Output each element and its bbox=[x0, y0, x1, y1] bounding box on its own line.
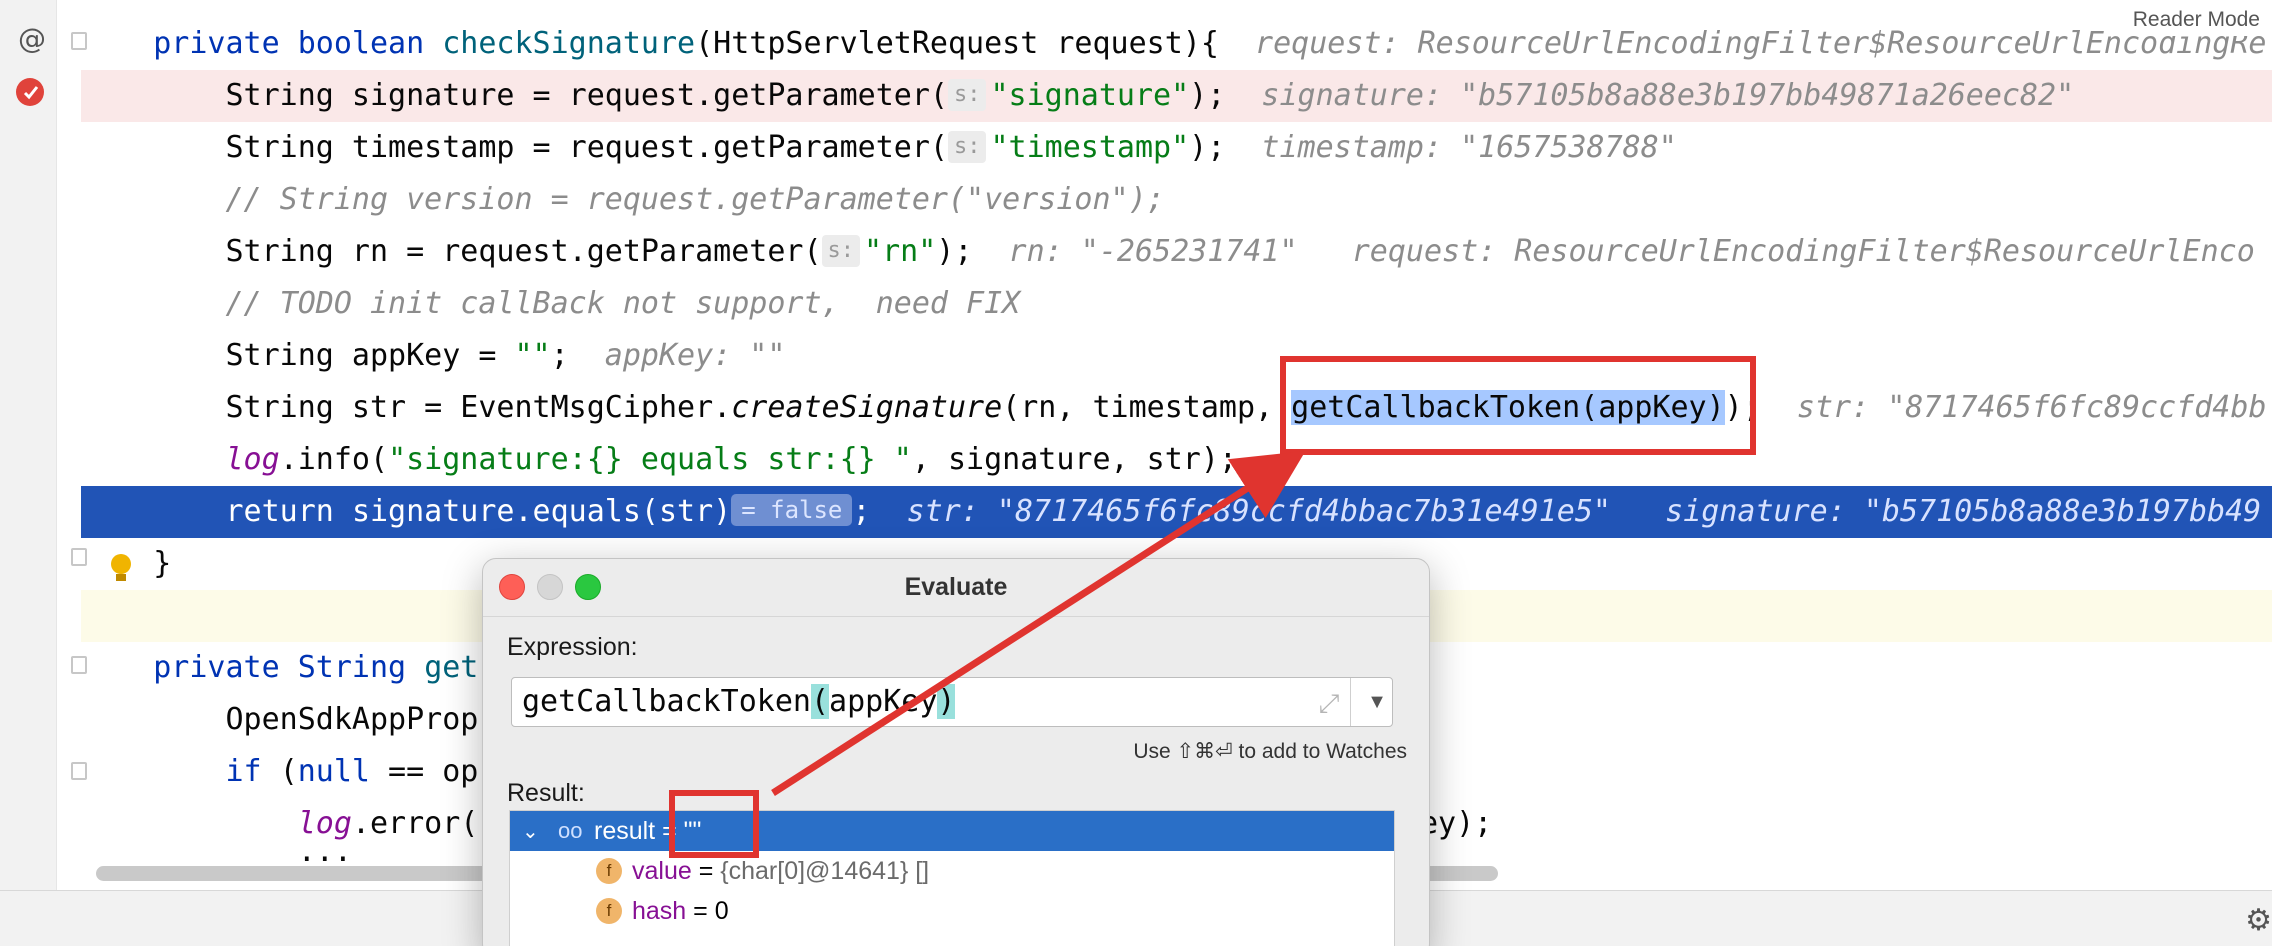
annotation-arrow bbox=[771, 450, 1306, 796]
